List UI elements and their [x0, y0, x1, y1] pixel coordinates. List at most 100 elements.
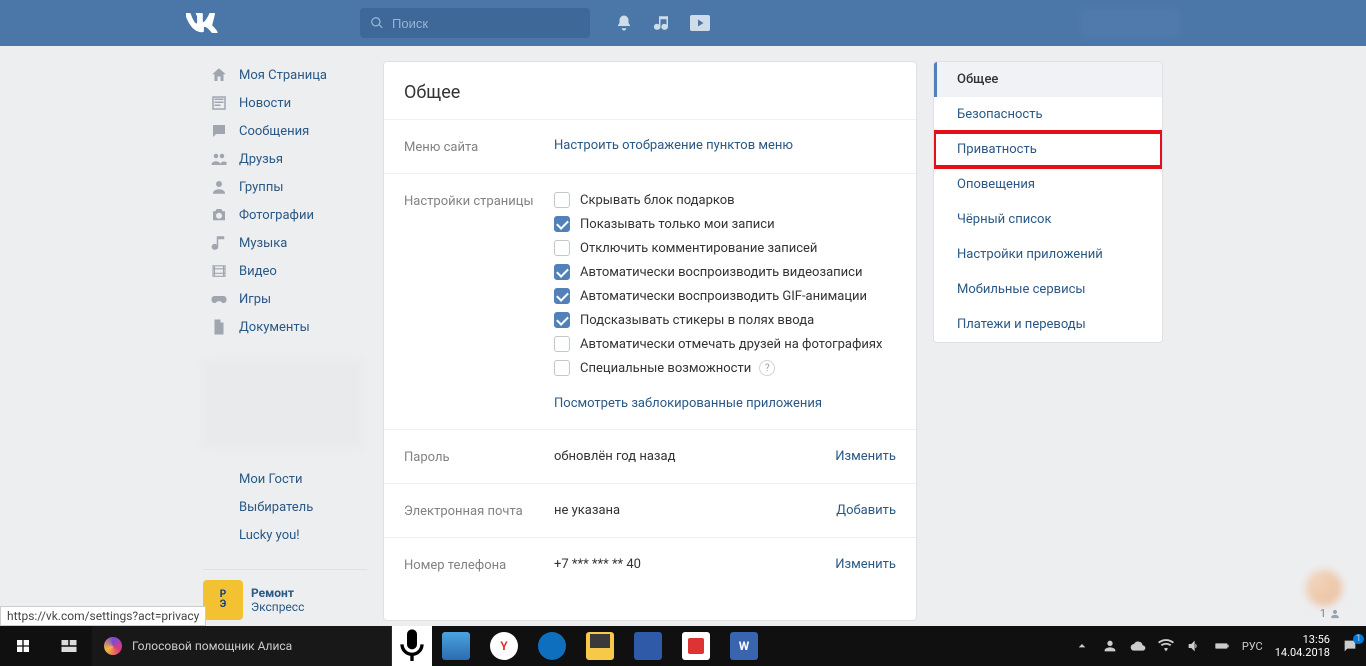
home-icon: [209, 65, 229, 85]
start-button[interactable]: [0, 626, 46, 666]
profile-menu[interactable]: [1080, 8, 1180, 38]
taskbar-app-6[interactable]: [672, 626, 720, 666]
nav-label: Группы: [239, 180, 283, 195]
floating-avatar[interactable]: [1306, 570, 1342, 606]
main-nav: Моя СтраницаНовостиСообщения Друзья Группы…: [203, 61, 367, 341]
task-view-button[interactable]: [46, 626, 92, 666]
app-item-0[interactable]: Мои Гости: [203, 465, 367, 493]
mic-button[interactable]: [392, 626, 432, 666]
nav-label: Друзья: [239, 152, 283, 167]
settings-tab-7[interactable]: Платежи и переводы: [934, 307, 1162, 342]
vk-logo[interactable]: [186, 12, 220, 34]
checkbox[interactable]: [554, 360, 570, 376]
nav-item-music[interactable]: Музыка: [203, 229, 367, 257]
option-row-7[interactable]: Специальные возможности?: [554, 360, 896, 376]
header-bar: [0, 0, 1366, 46]
taskbar-app-7[interactable]: W: [720, 626, 768, 666]
option-row-2[interactable]: Отключить комментирование записей: [554, 240, 896, 256]
tray-language[interactable]: РУС: [1242, 640, 1263, 653]
msg-icon: [209, 121, 229, 141]
option-label: Показывать только мои записи: [580, 217, 775, 232]
windows-taskbar: Голосовой помощник Алиса Y W РУС 13:5614…: [0, 626, 1366, 666]
tray-cloud-icon[interactable]: [1130, 638, 1146, 654]
info-row-2: Номер телефона+7 *** *** ** 40Изменить: [384, 537, 916, 591]
nav-item-video[interactable]: Видео: [203, 257, 367, 285]
option-label: Отключить комментирование записей: [580, 241, 817, 256]
settings-tab-0[interactable]: Общее: [934, 62, 1162, 97]
app-item-1[interactable]: Выбиратель: [203, 493, 367, 521]
checkbox[interactable]: [554, 240, 570, 256]
play-box-icon[interactable]: [690, 15, 710, 31]
section-page-settings: Настройки страницы Скрывать блок подарко…: [384, 173, 916, 429]
tray-wifi-icon[interactable]: [1158, 638, 1174, 654]
option-row-6[interactable]: Автоматически отмечать друзей на фотогра…: [554, 336, 896, 352]
taskbar-app-1[interactable]: [432, 626, 480, 666]
option-label: Автоматически воспроизводить GIF-анимаци…: [580, 289, 867, 304]
search-box[interactable]: [360, 8, 590, 38]
left-sidebar: Моя СтраницаНовостиСообщения Друзья Группы…: [203, 61, 367, 621]
floating-counter[interactable]: 1: [1320, 607, 1340, 620]
taskbar-app-3[interactable]: [528, 626, 576, 666]
nav-item-home[interactable]: Моя Страница: [203, 61, 367, 89]
checkbox[interactable]: [554, 264, 570, 280]
sidebar-ad[interactable]: РЭ РемонтЭкспресс: [203, 569, 367, 620]
option-row-3[interactable]: Автоматически воспроизводить видеозаписи: [554, 264, 896, 280]
settings-panel: Общее Меню сайта Настроить отображение п…: [383, 61, 917, 621]
checkbox[interactable]: [554, 312, 570, 328]
row-action-link[interactable]: Изменить: [835, 449, 896, 464]
option-row-5[interactable]: Подсказывать стикеры в полях ввода: [554, 312, 896, 328]
nav-label: Документы: [239, 320, 310, 335]
taskbar-app-5[interactable]: [624, 626, 672, 666]
nav-item-groups[interactable]: Группы: [203, 173, 367, 201]
video-icon: [209, 261, 229, 281]
row-value: +7 *** *** ** 40: [554, 557, 835, 572]
settings-tab-1[interactable]: Безопасность: [934, 97, 1162, 132]
taskbar-app-2[interactable]: Y: [480, 626, 528, 666]
app-label: Выбиратель: [239, 500, 313, 515]
settings-tab-5[interactable]: Настройки приложений: [934, 237, 1162, 272]
row-action-link[interactable]: Добавить: [836, 503, 896, 518]
system-tray: РУС 13:5614.04.2018 1: [1074, 633, 1366, 659]
checkbox[interactable]: [554, 336, 570, 352]
nav-label: Фотографии: [239, 208, 314, 223]
checkbox[interactable]: [554, 288, 570, 304]
option-label: Скрывать блок подарков: [580, 193, 735, 208]
checkbox[interactable]: [554, 192, 570, 208]
tray-people-icon[interactable]: [1102, 638, 1118, 654]
option-label: Подсказывать стикеры в полях ввода: [580, 313, 814, 328]
row-action-link[interactable]: Изменить: [835, 557, 896, 572]
bell-icon[interactable]: [614, 13, 634, 33]
search-input[interactable]: [392, 16, 580, 31]
tray-volume-icon[interactable]: [1186, 638, 1202, 654]
tray-clock[interactable]: 13:5614.04.2018: [1275, 633, 1330, 659]
checkbox[interactable]: [554, 216, 570, 232]
option-row-1[interactable]: Показывать только мои записи: [554, 216, 896, 232]
option-label: Автоматически воспроизводить видеозаписи: [580, 265, 862, 280]
music-note-icon[interactable]: [652, 13, 672, 33]
nav-item-friends[interactable]: Друзья: [203, 145, 367, 173]
settings-tab-3[interactable]: Оповещения: [934, 167, 1162, 202]
configure-menu-link[interactable]: Настроить отображение пунктов меню: [554, 138, 793, 153]
help-icon[interactable]: ?: [759, 360, 775, 376]
ad-logo-icon: РЭ: [203, 580, 243, 620]
tray-chevron-up-icon[interactable]: [1074, 638, 1090, 654]
nav-item-docs[interactable]: Документы: [203, 313, 367, 341]
settings-tab-2[interactable]: Приватность: [934, 132, 1162, 167]
settings-tab-4[interactable]: Чёрный список: [934, 202, 1162, 237]
nav-item-games[interactable]: Игры: [203, 285, 367, 313]
settings-tab-6[interactable]: Мобильные сервисы: [934, 272, 1162, 307]
nav-item-photo[interactable]: Фотографии: [203, 201, 367, 229]
info-row-1: Электронная почтане указанаДобавить: [384, 483, 916, 537]
taskbar-app-4[interactable]: [576, 626, 624, 666]
notifications-icon[interactable]: 1: [1342, 638, 1358, 654]
alisa-assistant-bar[interactable]: Голосовой помощник Алиса: [92, 626, 392, 666]
taskbar-apps: Y W: [432, 626, 768, 666]
app-item-2[interactable]: Lucky you!: [203, 521, 367, 549]
option-row-4[interactable]: Автоматически воспроизводить GIF-анимаци…: [554, 288, 896, 304]
option-row-0[interactable]: Скрывать блок подарков: [554, 192, 896, 208]
nav-item-news[interactable]: Новости: [203, 89, 367, 117]
tray-battery-icon[interactable]: [1214, 638, 1230, 654]
blocked-apps-link[interactable]: Посмотреть заблокированные приложения: [554, 396, 822, 411]
nav-item-msg[interactable]: Сообщения: [203, 117, 367, 145]
apps-nav: Мои Гости Выбиратель Lucky you!: [203, 465, 367, 549]
